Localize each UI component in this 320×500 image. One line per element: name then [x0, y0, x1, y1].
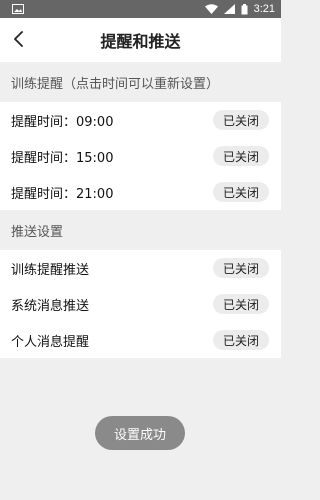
row-label[interactable]: 提醒时间：15:00	[11, 147, 213, 166]
navigation-bar: 提醒和推送	[0, 18, 281, 62]
image-icon	[12, 4, 24, 14]
toast-message: 设置成功	[95, 416, 185, 450]
section-header: 推送设置	[0, 210, 281, 250]
signal-icon	[223, 4, 235, 14]
section-push-settings: 推送设置 训练提醒推送 已关闭 系统消息推送 已关闭 个人消息提醒 已关闭	[0, 210, 281, 358]
row-label: 系统消息推送	[11, 298, 90, 314]
section-training-reminder: 训练提醒（点击时间可以重新设置） 提醒时间：09:00 已关闭 提醒时间：15:…	[0, 62, 281, 210]
status-badge[interactable]: 已关闭	[213, 146, 269, 166]
status-time: 3:21	[253, 3, 275, 15]
push-setting-row[interactable]: 训练提醒推送 已关闭	[0, 250, 281, 286]
battery-icon	[241, 3, 248, 15]
status-badge[interactable]: 已关闭	[213, 294, 269, 314]
status-badge[interactable]: 已关闭	[213, 330, 269, 350]
back-button[interactable]	[6, 26, 32, 52]
row-label: 个人消息提醒	[11, 334, 90, 350]
status-badge[interactable]: 已关闭	[213, 258, 269, 278]
row-label[interactable]: 提醒时间：21:00	[11, 183, 213, 202]
status-badge[interactable]: 已关闭	[213, 110, 269, 130]
push-setting-row[interactable]: 系统消息推送 已关闭	[0, 286, 281, 322]
reminder-time-row[interactable]: 提醒时间：15:00 已关闭	[0, 138, 281, 174]
wifi-icon	[204, 4, 218, 14]
status-bar: 3:21	[0, 0, 281, 18]
row-label: 训练提醒推送	[11, 262, 90, 278]
status-badge[interactable]: 已关闭	[213, 182, 269, 202]
reminder-time-row[interactable]: 提醒时间：21:00 已关闭	[0, 174, 281, 210]
page-title: 提醒和推送	[100, 32, 181, 51]
push-setting-row[interactable]: 个人消息提醒 已关闭	[0, 322, 281, 358]
chevron-left-icon	[14, 31, 23, 47]
row-label[interactable]: 提醒时间：09:00	[11, 111, 213, 130]
section-header: 训练提醒（点击时间可以重新设置）	[0, 62, 281, 102]
reminder-time-row[interactable]: 提醒时间：09:00 已关闭	[0, 102, 281, 138]
